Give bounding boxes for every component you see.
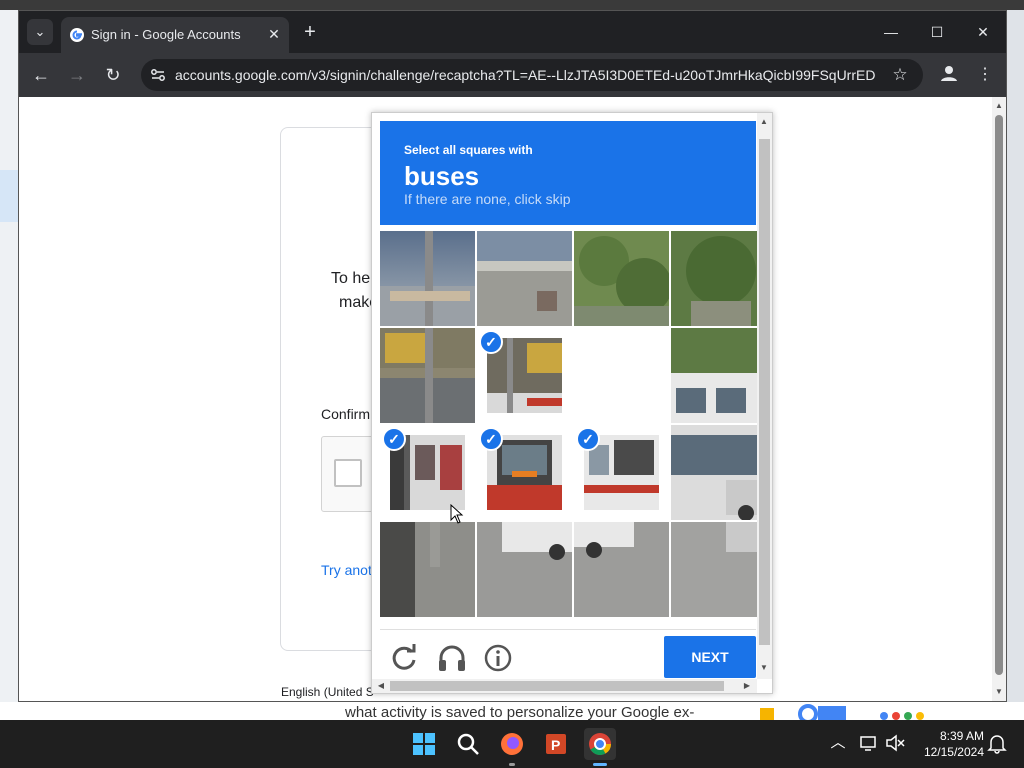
firefox-running-indicator	[509, 763, 515, 766]
tab-title: Sign in - Google Accounts	[91, 27, 241, 42]
image-tile-10[interactable]: ✓	[477, 425, 572, 520]
background-illustration	[760, 704, 924, 720]
browser-toolbar: ← → ↻ accounts.google.com/v3/signin/chal…	[19, 53, 1006, 97]
notification-bell-icon[interactable]	[986, 732, 1008, 754]
mouse-cursor-icon	[450, 504, 464, 524]
google-favicon-icon	[70, 28, 84, 42]
search-icon[interactable]	[452, 728, 484, 760]
bookmark-star-icon[interactable]: ☆	[889, 64, 911, 86]
tray-overflow-chevron-icon[interactable]: ︿	[827, 732, 849, 754]
image-tile-14[interactable]	[477, 522, 572, 617]
image-tile-1[interactable]	[380, 231, 475, 326]
challenge-horizontal-scrollbar[interactable]: ◀ ▶	[372, 679, 757, 693]
scroll-up-arrow-icon[interactable]: ▲	[992, 99, 1006, 113]
site-info-icon[interactable]	[149, 66, 167, 84]
image-tile-2[interactable]	[477, 231, 572, 326]
address-bar[interactable]: accounts.google.com/v3/signin/challenge/…	[141, 59, 923, 91]
tab-search-button[interactable]: ⌄	[27, 19, 53, 45]
system-clock[interactable]: 8:39 AM 12/15/2024	[912, 728, 984, 760]
image-tile-8[interactable]	[671, 328, 766, 423]
network-icon[interactable]	[858, 732, 880, 754]
volume-muted-icon[interactable]	[884, 732, 906, 754]
try-another-way-link[interactable]: Try anot	[321, 562, 372, 578]
challenge-image-grid: ✓ ✓ ✓ ✓	[380, 231, 766, 617]
page-scrollbar[interactable]: ▲ ▼	[992, 97, 1006, 701]
tab-sign-in[interactable]: Sign in - Google Accounts ✕	[61, 17, 289, 53]
challenge-footer: NEXT	[380, 629, 756, 679]
profile-icon[interactable]	[937, 63, 961, 87]
new-tab-button[interactable]: +	[299, 21, 321, 43]
background-text: what activity is saved to personalize yo…	[345, 704, 695, 720]
challenge-header: Select all squares with buses If there a…	[380, 121, 756, 225]
image-tile-3[interactable]	[574, 231, 669, 326]
background-window-left	[0, 10, 18, 720]
challenge-vertical-thumb[interactable]	[759, 139, 770, 645]
reload-challenge-icon[interactable]	[388, 642, 420, 674]
challenge-scroll-left-icon[interactable]: ◀	[374, 679, 388, 693]
taskbar: P ︿ 8:39 AM 12/15/2024	[0, 720, 1024, 768]
maximize-button[interactable]: ☐	[915, 19, 959, 45]
image-tile-6[interactable]: ✓	[477, 328, 572, 423]
language-selector[interactable]: English (United S	[281, 685, 374, 699]
image-tile-11[interactable]: ✓	[574, 425, 669, 520]
firefox-icon[interactable]	[496, 728, 528, 760]
clock-date: 12/15/2024	[923, 745, 984, 759]
tab-strip: ⌄ Sign in - Google Accounts ✕ + — ☐ ✕	[19, 11, 1006, 53]
background-window-bottom: what activity is saved to personalize yo…	[0, 702, 1024, 720]
back-icon[interactable]: ←	[29, 63, 53, 87]
close-window-button[interactable]: ✕	[961, 19, 1005, 45]
image-tile-4[interactable]	[671, 231, 766, 326]
confirm-label: Confirm	[321, 406, 371, 422]
image-tile-13[interactable]	[380, 522, 475, 617]
selected-check-icon: ✓	[479, 427, 503, 451]
next-button[interactable]: NEXT	[664, 636, 756, 678]
powerpoint-icon[interactable]: P	[540, 728, 572, 760]
chrome-icon[interactable]	[584, 728, 616, 760]
challenge-scroll-right-icon[interactable]: ▶	[740, 679, 754, 693]
selected-check-icon: ✓	[382, 427, 406, 451]
selected-check-icon: ✓	[479, 330, 503, 354]
background-window-bar	[0, 0, 1024, 10]
image-tile-12[interactable]	[671, 425, 766, 520]
forward-icon[interactable]: →	[65, 63, 89, 87]
menu-kebab-icon[interactable]: ⋮	[973, 63, 997, 87]
image-tile-15[interactable]	[574, 522, 669, 617]
challenge-scroll-down-icon[interactable]: ▼	[757, 661, 771, 675]
image-tile-5[interactable]	[380, 328, 475, 423]
reload-icon[interactable]: ↻	[101, 63, 125, 87]
info-icon[interactable]	[482, 642, 514, 674]
challenge-horizontal-thumb[interactable]	[390, 681, 724, 691]
start-menu-icon[interactable]	[408, 728, 440, 760]
image-tile-16[interactable]	[671, 522, 766, 617]
close-tab-icon[interactable]: ✕	[265, 25, 283, 43]
challenge-target: buses	[404, 161, 480, 191]
scroll-down-arrow-icon[interactable]: ▼	[992, 685, 1006, 699]
audio-challenge-icon[interactable]	[436, 642, 468, 674]
minimize-button[interactable]: —	[869, 19, 913, 45]
recaptcha-challenge: Select all squares with buses If there a…	[371, 112, 773, 694]
page-scroll-thumb[interactable]	[995, 115, 1003, 675]
url-text: accounts.google.com/v3/signin/challenge/…	[175, 67, 875, 83]
background-highlight	[0, 170, 18, 222]
chrome-active-indicator	[593, 763, 607, 766]
recaptcha-checkbox[interactable]	[334, 459, 362, 487]
card-text-line1: To hel	[331, 270, 374, 287]
challenge-scroll-up-icon[interactable]: ▲	[757, 115, 771, 129]
clock-time: 8:39 AM	[939, 729, 984, 743]
challenge-vertical-scrollbar[interactable]: ▲ ▼	[757, 113, 772, 679]
image-tile-7[interactable]	[574, 328, 669, 423]
challenge-instruction: Select all squares with	[404, 143, 533, 157]
selected-check-icon: ✓	[576, 427, 600, 451]
challenge-hint: If there are none, click skip	[404, 191, 571, 207]
svg-text:P: P	[551, 737, 560, 753]
